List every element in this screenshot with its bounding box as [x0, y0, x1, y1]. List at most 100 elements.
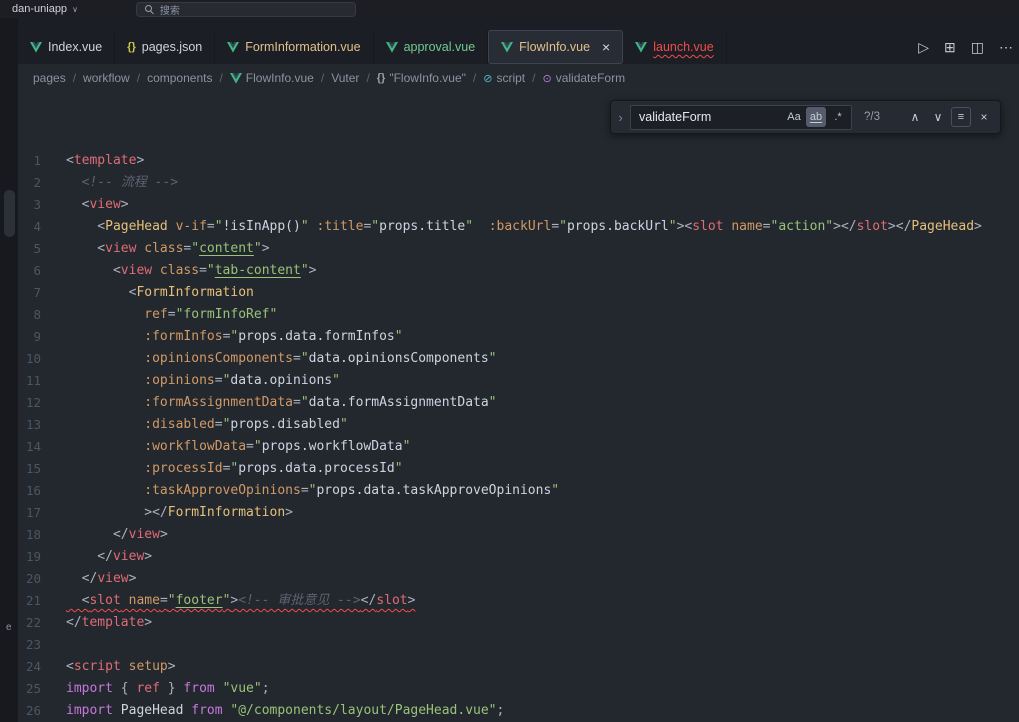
tab-label: FlowInfo.vue [519, 40, 590, 54]
tab-flowinfo-vue[interactable]: FlowInfo.vue × [488, 30, 623, 64]
vue-icon [227, 42, 239, 53]
code-line[interactable]: 16 :taskApproveOpinions="props.data.task… [18, 480, 1019, 502]
code-line[interactable]: 5 <view class="content"> [18, 238, 1019, 260]
breadcrumb-label: script [496, 71, 525, 85]
code-line[interactable]: 17 ></FormInformation> [18, 502, 1019, 524]
code-line[interactable]: 11 :opinions="data.opinions" [18, 370, 1019, 392]
line-number: 18 [18, 524, 66, 546]
breadcrumb-item-script[interactable]: ⊘ script [483, 71, 525, 85]
code-line[interactable]: 20 </view> [18, 568, 1019, 590]
line-number: 4 [18, 216, 66, 238]
tab-approval-vue[interactable]: approval.vue [374, 30, 489, 64]
code-line[interactable]: 23 [18, 634, 1019, 656]
toggle-replace-button[interactable]: › [611, 101, 630, 133]
code-line-content: <slot name="footer"><!-- 审批意见 --></slot> [66, 590, 415, 612]
line-number: 3 [18, 194, 66, 216]
vue-icon [635, 42, 647, 53]
code-line[interactable]: 15 :processId="props.data.processId" [18, 458, 1019, 480]
run-button[interactable]: ▷ [918, 39, 929, 56]
code-line[interactable]: 6 <view class="tab-content"> [18, 260, 1019, 282]
line-number: 2 [18, 172, 66, 194]
breadcrumb-item-vuter[interactable]: Vuter [331, 71, 359, 85]
code-line-content: import PageHead from "@/components/layou… [66, 700, 504, 722]
line-number: 6 [18, 260, 66, 282]
code-line[interactable]: 13 :disabled="props.disabled" [18, 414, 1019, 436]
code-line[interactable]: 8 ref="formInfoRef" [18, 304, 1019, 326]
clipped-sidebar-text: e [6, 622, 12, 633]
previous-match-button[interactable]: ∧ [905, 107, 925, 127]
code-line-content: :formInfos="props.data.formInfos" [66, 326, 403, 348]
code-line-content: </view> [66, 524, 168, 546]
find-input[interactable]: validateForm Aa ab .* [630, 105, 852, 130]
line-number: 11 [18, 370, 66, 392]
command-center-search[interactable]: 搜索 [136, 2, 356, 17]
line-number: 21 [18, 590, 66, 612]
find-results-count: ?/3 [864, 111, 890, 123]
code-line[interactable]: 3 <view> [18, 194, 1019, 216]
more-actions-button[interactable]: ⋯ [999, 39, 1013, 56]
code-line-content: :disabled="props.disabled" [66, 414, 348, 436]
code-line[interactable]: 19 </view> [18, 546, 1019, 568]
project-name: dan-uniapp [12, 3, 67, 15]
next-match-button[interactable]: ∨ [928, 107, 948, 127]
vue-icon [501, 42, 513, 53]
line-number: 14 [18, 436, 66, 458]
code-line[interactable]: 22</template> [18, 612, 1019, 634]
code-line-content: <script setup> [66, 656, 176, 678]
tab-label: FormInformation.vue [245, 40, 360, 54]
code-line[interactable]: 14 :workflowData="props.workflowData" [18, 436, 1019, 458]
code-line[interactable]: 12 :formAssignmentData="data.formAssignm… [18, 392, 1019, 414]
code-line-content: <view class="content"> [66, 238, 270, 260]
code-line[interactable]: 1<template> [18, 150, 1019, 172]
regex-button[interactable]: .* [828, 107, 848, 127]
tab-launch-vue[interactable]: launch.vue [623, 30, 726, 64]
code-line[interactable]: 9 :formInfos="props.data.formInfos" [18, 326, 1019, 348]
symbol-icon: ⊘ [483, 72, 492, 85]
project-menu[interactable]: dan-uniapp ∨ [0, 3, 78, 15]
split-editor-button[interactable]: ◫ [971, 39, 984, 56]
breadcrumb-label: "FlowInfo.vue" [389, 71, 466, 85]
code-line[interactable]: 24<script setup> [18, 656, 1019, 678]
breadcrumb-item-flowinfo-vue[interactable]: {}"FlowInfo.vue" [377, 71, 466, 85]
breadcrumb-item-flowinfo-vue[interactable]: FlowInfo.vue [230, 71, 314, 85]
whole-word-button[interactable]: ab [806, 107, 826, 127]
open-changes-button[interactable]: ⊞ [944, 39, 956, 56]
tab-label: launch.vue [653, 40, 713, 54]
find-widget: › validateForm Aa ab .* ?/3 ∧ ∨ ≡ × [610, 100, 1001, 134]
tab-index-vue[interactable]: Index.vue [18, 30, 115, 64]
breadcrumb-label: Vuter [331, 71, 359, 85]
code-line[interactable]: 25import { ref } from "vue"; [18, 678, 1019, 700]
code-line[interactable]: 21 <slot name="footer"><!-- 审批意见 --></sl… [18, 590, 1019, 612]
breadcrumb-label: validateForm [556, 71, 625, 85]
line-number: 20 [18, 568, 66, 590]
match-case-button[interactable]: Aa [784, 107, 804, 127]
breadcrumb-label: components [147, 71, 212, 85]
sidebar-scroll-handle[interactable] [4, 190, 15, 237]
breadcrumb-item-components[interactable]: components [147, 71, 212, 85]
line-number: 12 [18, 392, 66, 414]
code-line[interactable]: 4 <PageHead v-if="!isInApp()" :title="pr… [18, 216, 1019, 238]
code-line[interactable]: 18 </view> [18, 524, 1019, 546]
code-editor[interactable]: › validateForm Aa ab .* ?/3 ∧ ∨ ≡ × 1<te… [18, 92, 1019, 722]
code-area[interactable]: 1<template>2 <!-- 流程 -->3 <view>4 <PageH… [18, 92, 1019, 722]
close-find-button[interactable]: × [974, 107, 994, 127]
breadcrumb-separator: / [532, 71, 535, 85]
chevron-right-icon: › [618, 110, 622, 125]
breadcrumb-item-validateform[interactable]: ⊙validateForm [542, 71, 625, 85]
code-line-content: :taskApproveOpinions="props.data.taskApp… [66, 480, 559, 502]
find-in-selection-button[interactable]: ≡ [951, 107, 971, 127]
breadcrumb-item-workflow[interactable]: workflow [83, 71, 130, 85]
editor-actions: ▷ ⊞ ◫ ⋯ [918, 30, 1019, 64]
line-number: 24 [18, 656, 66, 678]
tab-forminformation-vue[interactable]: FormInformation.vue [215, 30, 373, 64]
breadcrumb-item-pages[interactable]: pages [33, 71, 66, 85]
code-line[interactable]: 26import PageHead from "@/components/lay… [18, 700, 1019, 722]
code-line[interactable]: 7 <FormInformation [18, 282, 1019, 304]
code-line-content: import { ref } from "vue"; [66, 678, 270, 700]
tab-pages-json[interactable]: {}pages.json [115, 30, 215, 64]
close-icon[interactable]: × [602, 40, 610, 54]
breadcrumb: pages/workflow/components/FlowInfo.vue/V… [18, 64, 1019, 92]
tab-label: pages.json [142, 40, 202, 54]
code-line[interactable]: 2 <!-- 流程 --> [18, 172, 1019, 194]
code-line[interactable]: 10 :opinionsComponents="data.opinionsCom… [18, 348, 1019, 370]
